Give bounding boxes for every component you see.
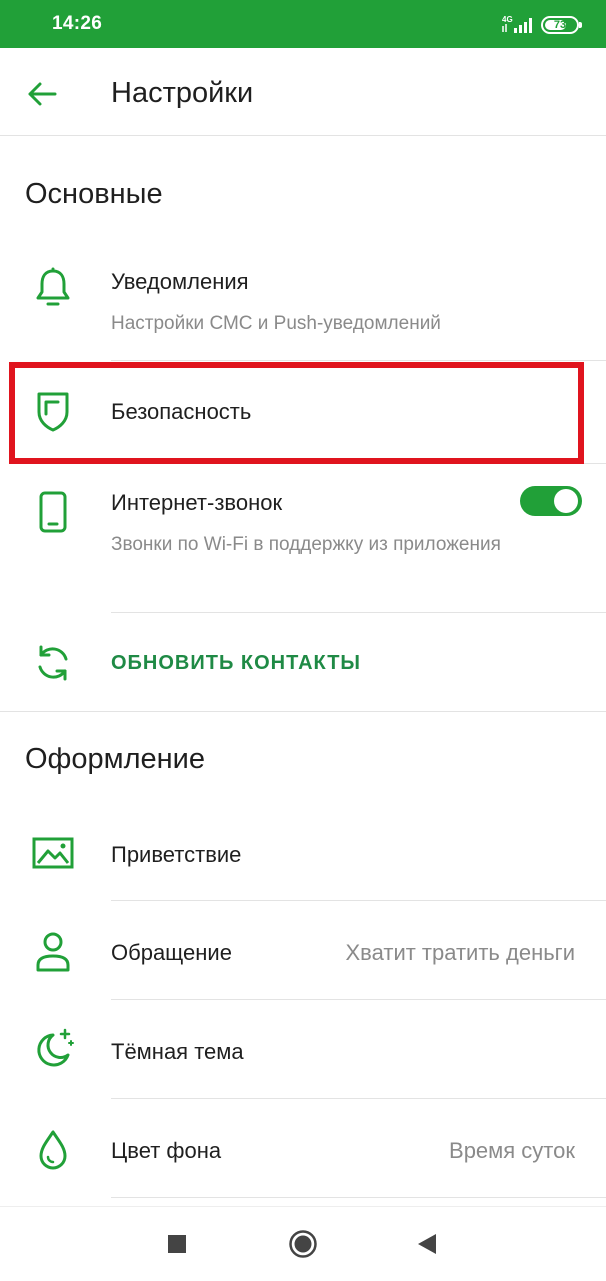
notifications-title: Уведомления (111, 269, 249, 294)
person-icon (30, 929, 76, 975)
shield-icon (30, 389, 76, 435)
picture-icon (30, 830, 76, 876)
app-bar: Настройки (0, 48, 606, 136)
battery-icon: 73 (541, 16, 579, 34)
greeting-title: Приветствие (111, 842, 242, 867)
dark-theme-title: Тёмная тема (111, 1039, 244, 1064)
internet-call-toggle[interactable] (520, 486, 582, 516)
notifications-subtitle: Настройки СМС и Push-уведомлений (111, 313, 441, 334)
system-nav-bar (0, 1206, 606, 1281)
address-value: Хватит тратить деньги (345, 940, 576, 965)
nav-back-button[interactable] (412, 1229, 442, 1259)
security-title: Безопасность (111, 399, 252, 424)
refresh-icon (30, 640, 76, 686)
network-type: 4G (502, 15, 513, 24)
page-title: Настройки (111, 77, 254, 109)
square-icon (168, 1235, 186, 1253)
toggle-knob (554, 489, 578, 513)
drop-icon (30, 1127, 76, 1173)
settings-item-greeting[interactable] (0, 806, 606, 900)
internet-call-subtitle: Звонки по Wi-Fi в поддержку из приложени… (111, 534, 501, 555)
recents-button[interactable] (162, 1229, 192, 1259)
bell-icon (30, 266, 76, 312)
circle-icon (289, 1230, 317, 1258)
section-title-main: Основные (25, 178, 163, 210)
signal-icon: 4G (502, 15, 532, 33)
status-time: 14:26 (52, 13, 103, 34)
battery-percent: 73 (553, 19, 567, 31)
section-title-appearance: Оформление (25, 743, 206, 775)
home-button[interactable] (288, 1229, 318, 1259)
back-button[interactable] (22, 76, 62, 112)
status-bar: 14:26 4G 73 (0, 0, 606, 48)
settings-item-dark-theme[interactable] (0, 1000, 606, 1098)
section-divider (0, 711, 606, 712)
divider (111, 1197, 606, 1198)
moon-icon (30, 1026, 76, 1072)
address-title: Обращение (111, 940, 232, 965)
settings-item-notifications[interactable] (0, 246, 606, 360)
background-color-title: Цвет фона (111, 1138, 222, 1163)
triangle-back-icon (418, 1234, 436, 1254)
battery-tip (579, 22, 582, 28)
background-color-value: Время суток (449, 1138, 575, 1163)
update-contacts-label: ОБНОВИТЬ КОНТАКТЫ (111, 652, 362, 674)
internet-call-title: Интернет-звонок (111, 490, 283, 515)
settings-item-security[interactable] (0, 361, 606, 463)
arrow-left-icon (28, 82, 57, 106)
phone-icon (30, 489, 76, 535)
